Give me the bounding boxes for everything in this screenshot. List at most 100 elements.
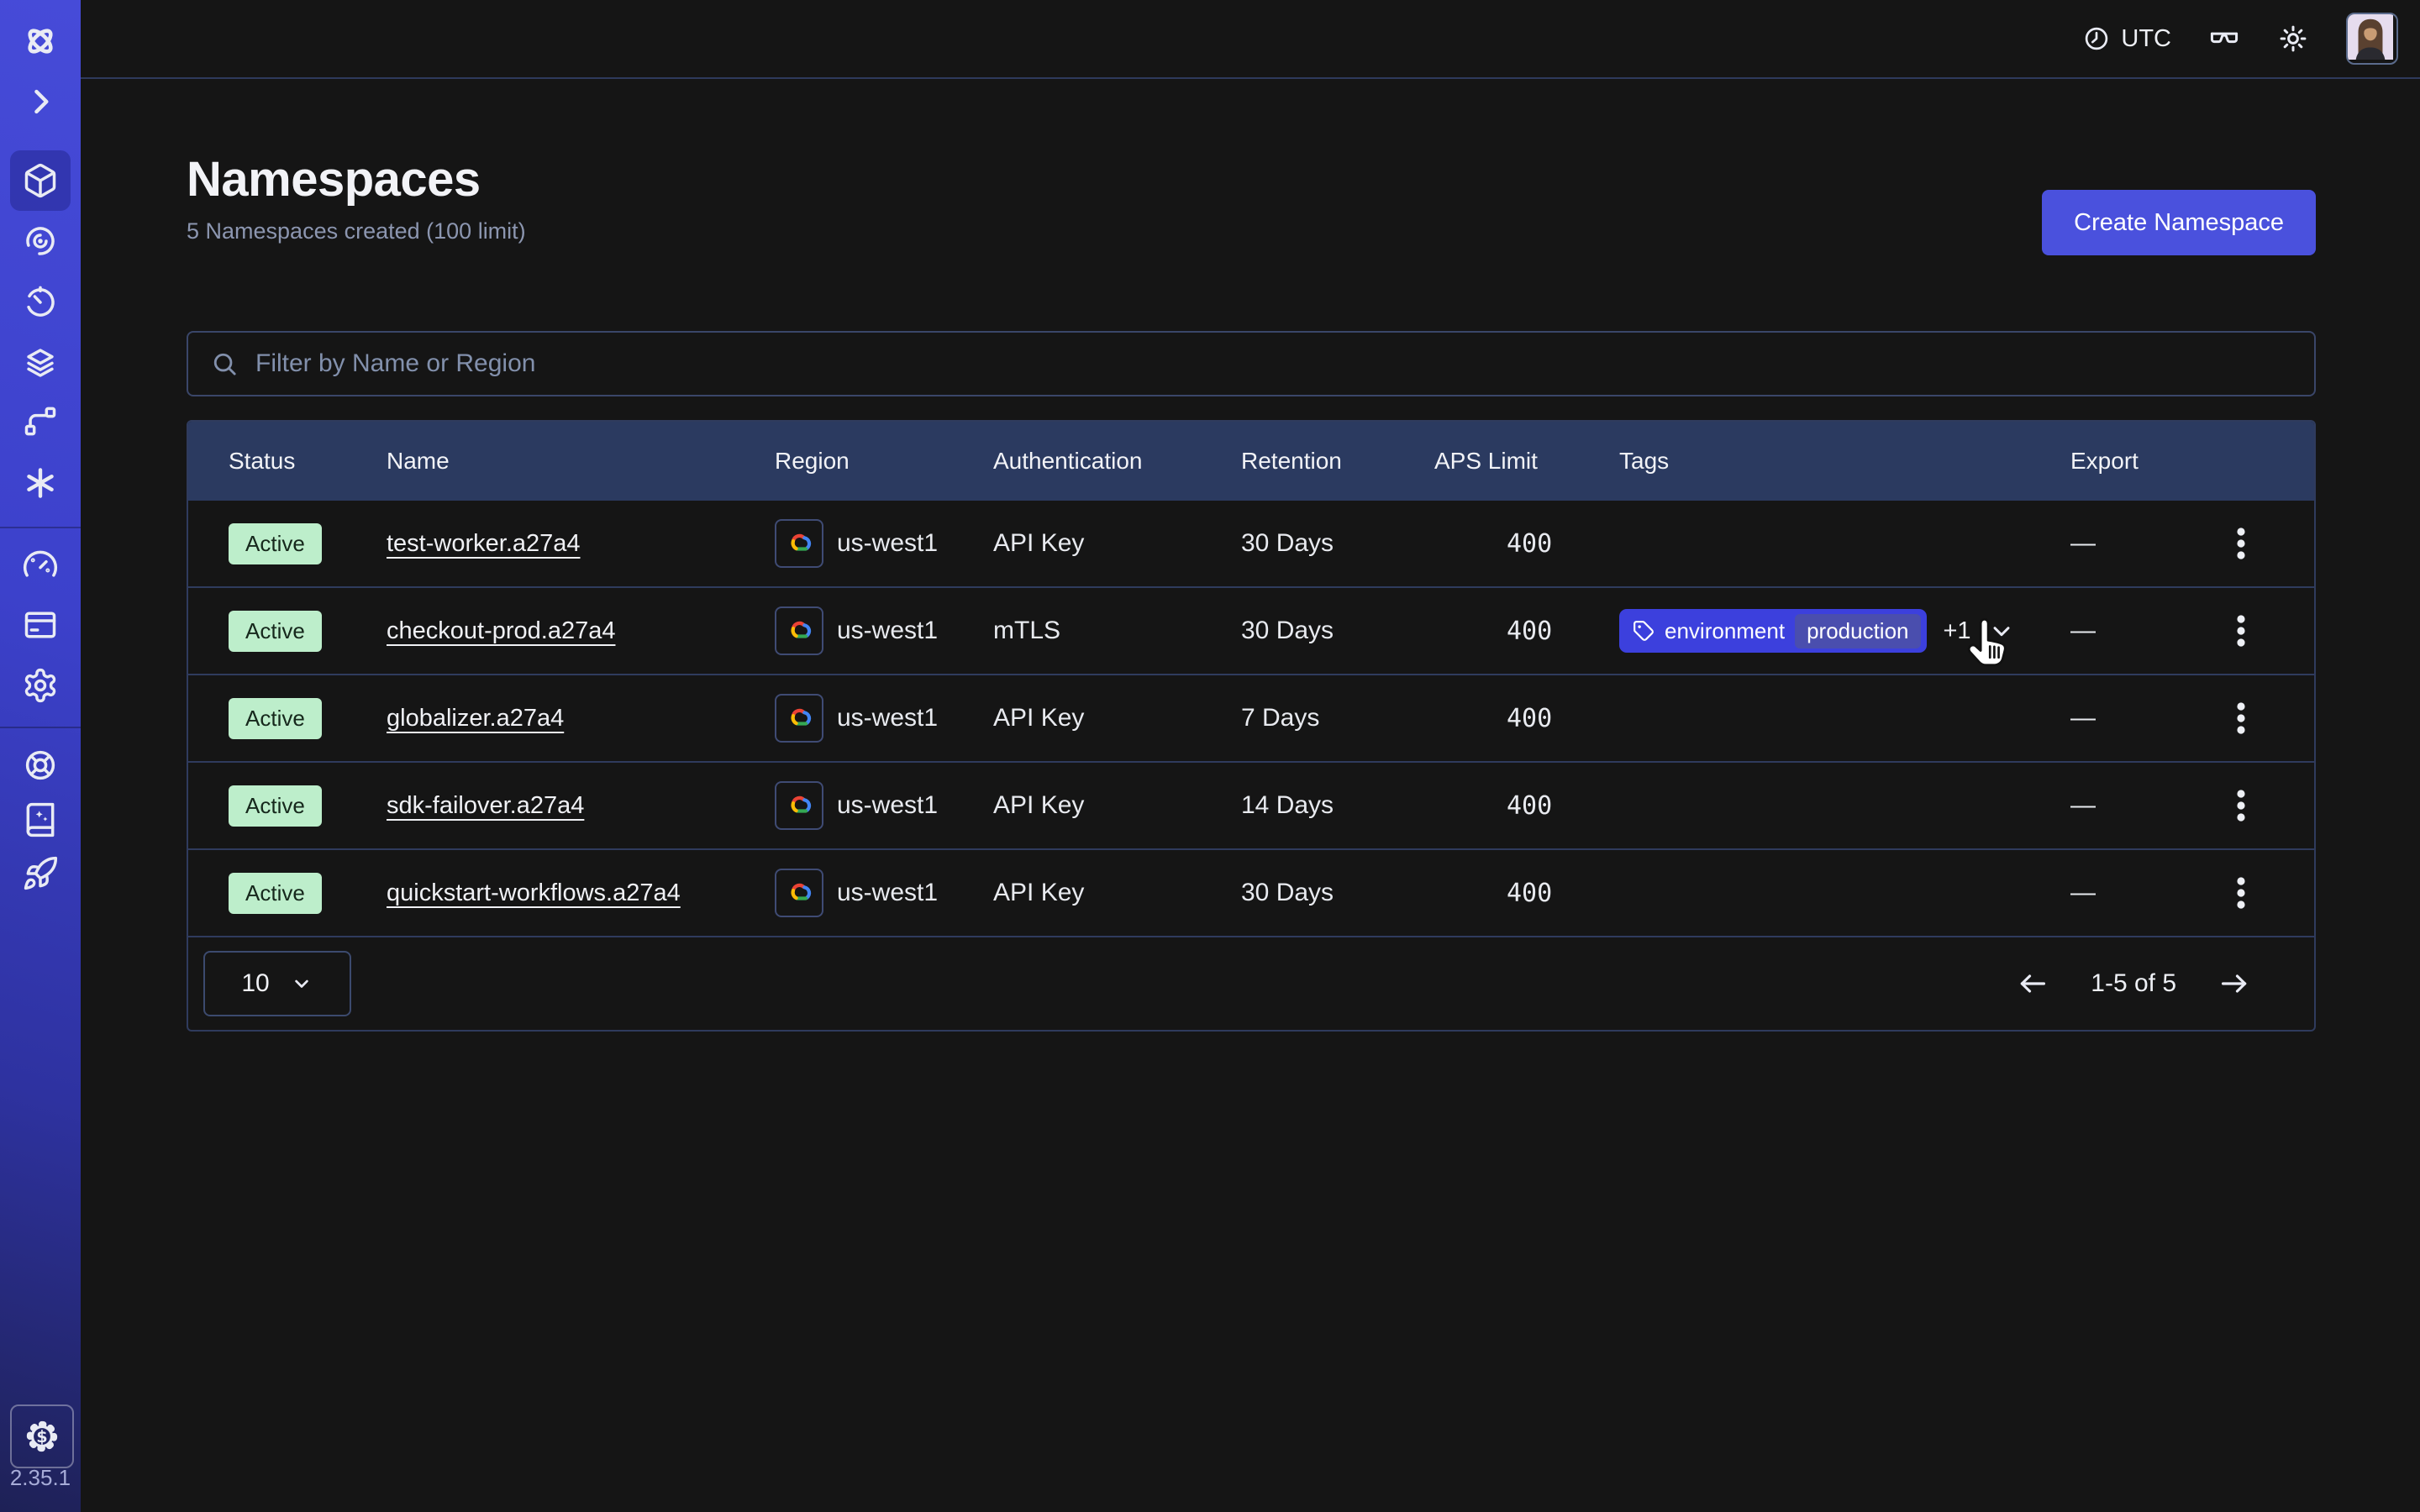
column-header-tags: Tags bbox=[1619, 448, 2070, 475]
timezone-label: UTC bbox=[2121, 25, 2171, 53]
namespace-link[interactable]: checkout-prod.a27a4 bbox=[387, 617, 615, 645]
region-label: us-west1 bbox=[837, 704, 938, 732]
row-menu-button[interactable] bbox=[2232, 871, 2250, 915]
sidebar-expand-button[interactable] bbox=[22, 83, 59, 120]
sidebar-item-namespaces[interactable] bbox=[22, 162, 59, 199]
table-row: Active checkout-prod.a27a4 us-west1 mTLS bbox=[188, 588, 2314, 675]
auth-cell: API Key bbox=[993, 704, 1241, 732]
kebab-icon bbox=[2235, 612, 2247, 649]
column-header-aps-limit: APS Limit bbox=[1434, 448, 1619, 475]
sidebar-divider bbox=[0, 727, 81, 728]
sidebar-divider bbox=[0, 527, 81, 528]
theme-toggle[interactable] bbox=[2277, 23, 2309, 55]
topbar: UTC bbox=[81, 0, 2420, 79]
namespace-link[interactable]: quickstart-workflows.a27a4 bbox=[387, 879, 681, 907]
status-badge: Active bbox=[229, 873, 322, 914]
radar-icon bbox=[22, 223, 59, 260]
export-value: — bbox=[2070, 617, 2096, 645]
sidebar-item-schedules[interactable] bbox=[22, 284, 59, 321]
tag-key: environment bbox=[1665, 618, 1785, 644]
auth-cell: API Key bbox=[993, 529, 1241, 558]
kebab-icon bbox=[2235, 787, 2247, 824]
row-menu-button[interactable] bbox=[2232, 784, 2250, 827]
sidebar: $ 2.35.1 bbox=[0, 0, 81, 1512]
sidebar-item-batch-operations[interactable] bbox=[22, 465, 59, 501]
status-badge: Active bbox=[229, 523, 322, 564]
branch-icon bbox=[22, 403, 59, 440]
row-menu-button[interactable] bbox=[2232, 696, 2250, 740]
timer-icon bbox=[22, 284, 59, 321]
namespace-link[interactable]: sdk-failover.a27a4 bbox=[387, 792, 584, 820]
export-cell: — bbox=[2070, 609, 2314, 653]
docs-book-icon bbox=[22, 801, 59, 838]
billing-plan-button[interactable]: $ bbox=[10, 1404, 74, 1468]
namespace-link[interactable]: globalizer.a27a4 bbox=[387, 705, 564, 732]
aps-limit-cell: 400 bbox=[1434, 529, 1619, 559]
tag-pill[interactable]: environment production bbox=[1619, 609, 1927, 653]
page-subtitle: 5 Namespaces created (100 limit) bbox=[187, 218, 526, 244]
tag-value: production bbox=[1795, 614, 1920, 648]
user-avatar[interactable] bbox=[2346, 13, 2398, 65]
next-page-button[interactable] bbox=[2213, 963, 2255, 1005]
region-label: us-west1 bbox=[837, 617, 938, 645]
table-row: Active sdk-failover.a27a4 us-west1 API K… bbox=[188, 763, 2314, 850]
region-label: us-west1 bbox=[837, 791, 938, 820]
sidebar-item-usage[interactable] bbox=[22, 546, 59, 583]
page-size-value: 10 bbox=[241, 969, 269, 998]
auth-cell: mTLS bbox=[993, 617, 1241, 645]
region-label: us-west1 bbox=[837, 529, 938, 558]
table-footer: 10 1-5 of 5 bbox=[188, 937, 2314, 1030]
region-cell: us-west1 bbox=[775, 519, 993, 568]
aps-limit-cell: 400 bbox=[1434, 704, 1619, 733]
kebab-icon bbox=[2235, 874, 2247, 911]
temporal-logo-icon[interactable] bbox=[22, 23, 59, 60]
region-cell: us-west1 bbox=[775, 694, 993, 743]
region-cell: us-west1 bbox=[775, 781, 993, 830]
auth-cell: API Key bbox=[993, 879, 1241, 907]
sidebar-item-monitoring[interactable] bbox=[22, 223, 59, 260]
row-menu-button[interactable] bbox=[2232, 609, 2250, 653]
google-cloud-icon bbox=[775, 519, 823, 568]
sidebar-item-docs[interactable] bbox=[22, 801, 59, 838]
filter-input[interactable] bbox=[254, 349, 2314, 379]
export-cell: — bbox=[2070, 696, 2314, 740]
table-header-row: Status Name Region Authentication Retent… bbox=[188, 422, 2314, 501]
rocket-icon bbox=[22, 855, 59, 892]
dollar-badge-icon: $ bbox=[24, 1418, 60, 1455]
layers-icon bbox=[22, 344, 59, 381]
row-menu-button[interactable] bbox=[2232, 522, 2250, 565]
page-size-select[interactable]: 10 bbox=[203, 951, 351, 1016]
timezone-selector[interactable]: UTC bbox=[2082, 24, 2171, 53]
sidebar-item-support[interactable] bbox=[22, 747, 59, 784]
sidebar-item-nexus[interactable] bbox=[22, 403, 59, 440]
sidebar-item-deployments[interactable] bbox=[22, 344, 59, 381]
export-cell: — bbox=[2070, 871, 2314, 915]
pagination: 1-5 of 5 bbox=[2012, 963, 2255, 1005]
tags-expand-chevron-icon[interactable] bbox=[1988, 617, 2015, 644]
export-value: — bbox=[2070, 879, 2096, 907]
google-cloud-icon bbox=[775, 606, 823, 655]
tags-more-count[interactable]: +1 bbox=[1944, 617, 1971, 645]
cube-icon bbox=[22, 162, 59, 199]
namespace-link[interactable]: test-worker.a27a4 bbox=[387, 530, 581, 558]
export-value: — bbox=[2070, 704, 2096, 732]
column-header-region: Region bbox=[775, 448, 993, 475]
column-header-status: Status bbox=[229, 448, 387, 475]
page-header: Namespaces 5 Namespaces created (100 lim… bbox=[187, 153, 2316, 255]
export-cell: — bbox=[2070, 784, 2314, 827]
create-namespace-button[interactable]: Create Namespace bbox=[2042, 190, 2316, 255]
app-window: $ 2.35.1 UTC bbox=[0, 0, 2420, 1512]
retention-cell: 30 Days bbox=[1241, 617, 1434, 645]
sidebar-item-settings[interactable] bbox=[22, 667, 59, 704]
tags-cell: environment production +1 bbox=[1619, 609, 2070, 653]
previous-page-button[interactable] bbox=[2012, 963, 2054, 1005]
kebab-icon bbox=[2235, 525, 2247, 562]
retention-cell: 14 Days bbox=[1241, 791, 1434, 820]
sidebar-item-billing[interactable] bbox=[22, 606, 59, 643]
svg-text:$: $ bbox=[36, 1427, 47, 1446]
google-cloud-icon bbox=[775, 781, 823, 830]
column-header-retention: Retention bbox=[1241, 448, 1434, 475]
aps-limit-cell: 400 bbox=[1434, 617, 1619, 646]
labs-mode-toggle[interactable] bbox=[2208, 23, 2240, 55]
sidebar-item-getting-started[interactable] bbox=[22, 855, 59, 892]
